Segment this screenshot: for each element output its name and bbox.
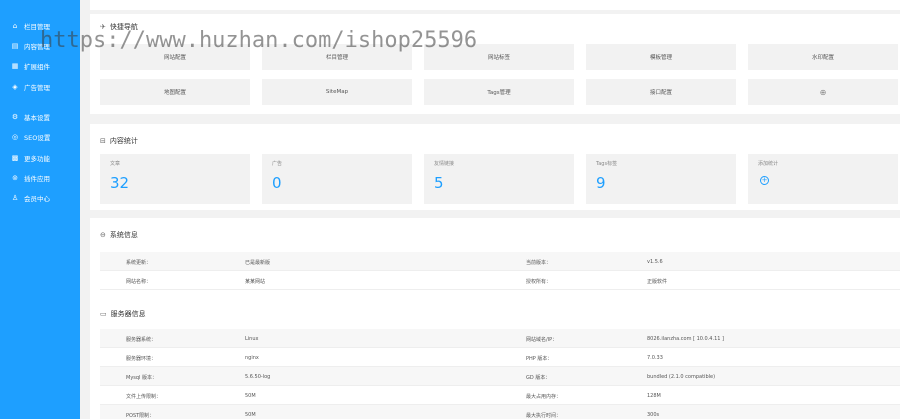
quick-watermark-config[interactable]: 水印配置 — [748, 44, 898, 70]
user-icon: ♙ — [11, 194, 19, 202]
add-circle-icon: + — [760, 176, 769, 185]
grid-icon: ▩ — [11, 154, 19, 162]
gear-icon: ⚙ — [11, 113, 19, 121]
quick-site-config[interactable]: 网站配置 — [100, 44, 250, 70]
quick-column-manage[interactable]: 栏目管理 — [262, 44, 412, 70]
server-info-title: ▭ 服务器信息 — [100, 310, 146, 318]
quick-map-config[interactable]: 地图配置 — [100, 79, 250, 105]
home-icon: ⌂ — [12, 22, 18, 30]
stat-add[interactable]: 添加统计 + — [748, 154, 898, 204]
table-row: 网站名称： 某某网站 授权所有： 正版软件 — [100, 271, 900, 290]
chart-icon: ⊟ — [100, 137, 106, 145]
send-icon: ✈ — [100, 23, 106, 31]
quick-site-tags[interactable]: 网站标签 — [424, 44, 574, 70]
sidebar-item-plugins[interactable]: ⊚ 插件应用 — [0, 168, 80, 188]
stat-tags[interactable]: Tags标签 9 — [586, 154, 736, 204]
system-info-title: ⊖ 系统信息 — [100, 231, 138, 239]
info-circle-icon: ⊖ — [100, 231, 106, 239]
table-row: 服务器环境： nginx PHP 版本： 7.0.33 — [100, 348, 900, 367]
quick-tags-manage[interactable]: Tags管理 — [424, 79, 574, 105]
sidebar-item-content[interactable]: ▤ 内容管理 — [0, 36, 80, 56]
quick-api-config[interactable]: 接口配置 — [586, 79, 736, 105]
sidebar-item-basic-settings[interactable]: ⚙ 基本设置 — [0, 107, 80, 127]
stat-ads[interactable]: 广告 0 — [262, 154, 412, 204]
table-row: 系统更新： 已是最新版 当前版本： v1.5.6 — [100, 252, 900, 271]
seo-icon: ◎ — [11, 133, 19, 141]
sidebar: ⌂ 栏目管理 ▤ 内容管理 ▦ 扩展组件 ◈ 广告管理 ⚙ 基本设置 ◎ SEO设置 ▩ 更多… — [0, 0, 80, 419]
sidebar-item-seo[interactable]: ◎ SEO设置 — [0, 127, 80, 147]
top-strip — [90, 0, 900, 10]
extension-icon: ▦ — [11, 62, 19, 70]
table-row: 服务器系统： Linux 网站域名/IP： 8026.ilanzha.com [… — [100, 329, 900, 348]
quick-add-button[interactable]: ⊕ — [748, 79, 898, 105]
system-info-panel: ⊖ 系统信息 系统更新： 已是最新版 当前版本： v1.5.6 网站名称： 某某网… — [90, 218, 900, 419]
sidebar-item-more[interactable]: ▩ 更多功能 — [0, 148, 80, 168]
quick-sitemap[interactable]: SiteMap — [262, 79, 412, 105]
table-row: 文件上传限制： 50M 最大占用内存： 128M — [100, 386, 900, 405]
stat-links[interactable]: 友情链接 5 — [424, 154, 574, 204]
sidebar-item-extensions[interactable]: ▦ 扩展组件 — [0, 56, 80, 76]
plugin-icon: ⊚ — [12, 174, 18, 182]
sidebar-item-members[interactable]: ♙ 会员中心 — [0, 188, 80, 208]
document-icon: ▤ — [11, 42, 19, 50]
content-stats-title: ⊟ 内容统计 — [100, 137, 138, 145]
server-icon: ▭ — [100, 310, 107, 318]
table-row: POST限制： 50M 最大执行时间： 300s — [100, 405, 900, 419]
table-row: Mysql 版本： 5.6.50-log GD 版本： bundled (2.1… — [100, 367, 900, 386]
sidebar-item-ads[interactable]: ◈ 广告管理 — [0, 77, 80, 97]
content-stats-panel: ⊟ 内容统计 文章 32 广告 0 友情链接 5 Tags标签 9 添加统计 + — [90, 124, 900, 210]
sidebar-item-columns[interactable]: ⌂ 栏目管理 — [0, 16, 80, 36]
quick-template-manage[interactable]: 模板管理 — [586, 44, 736, 70]
quick-nav-title: ✈ 快捷导航 — [100, 23, 138, 31]
ad-icon: ◈ — [12, 83, 18, 91]
stat-articles[interactable]: 文章 32 — [100, 154, 250, 204]
quick-nav-panel: ✈ 快捷导航 网站配置 栏目管理 网站标签 模板管理 水印配置 地图配置 Site… — [90, 14, 900, 114]
add-circle-icon: ⊕ — [819, 87, 827, 97]
